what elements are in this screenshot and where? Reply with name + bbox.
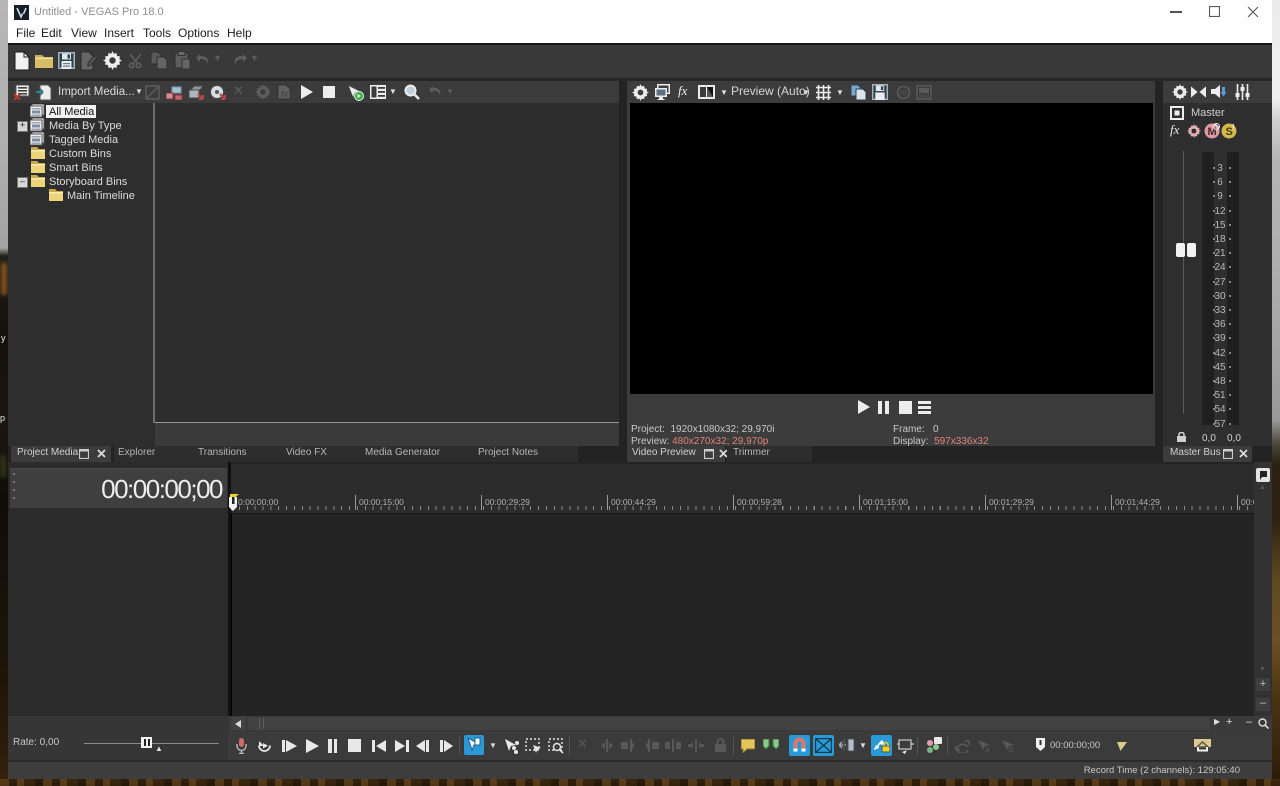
svg-text:M: M [1208,126,1217,138]
svg-text:fx: fx [281,89,289,99]
svg-text:HDR: HDR [919,94,930,100]
svg-text:3D: 3D [900,91,908,97]
svg-text:a: a [985,745,990,753]
svg-text:!: ! [1232,123,1235,132]
svg-text:R: R [1191,129,1196,136]
svg-text:b: b [1009,745,1014,753]
